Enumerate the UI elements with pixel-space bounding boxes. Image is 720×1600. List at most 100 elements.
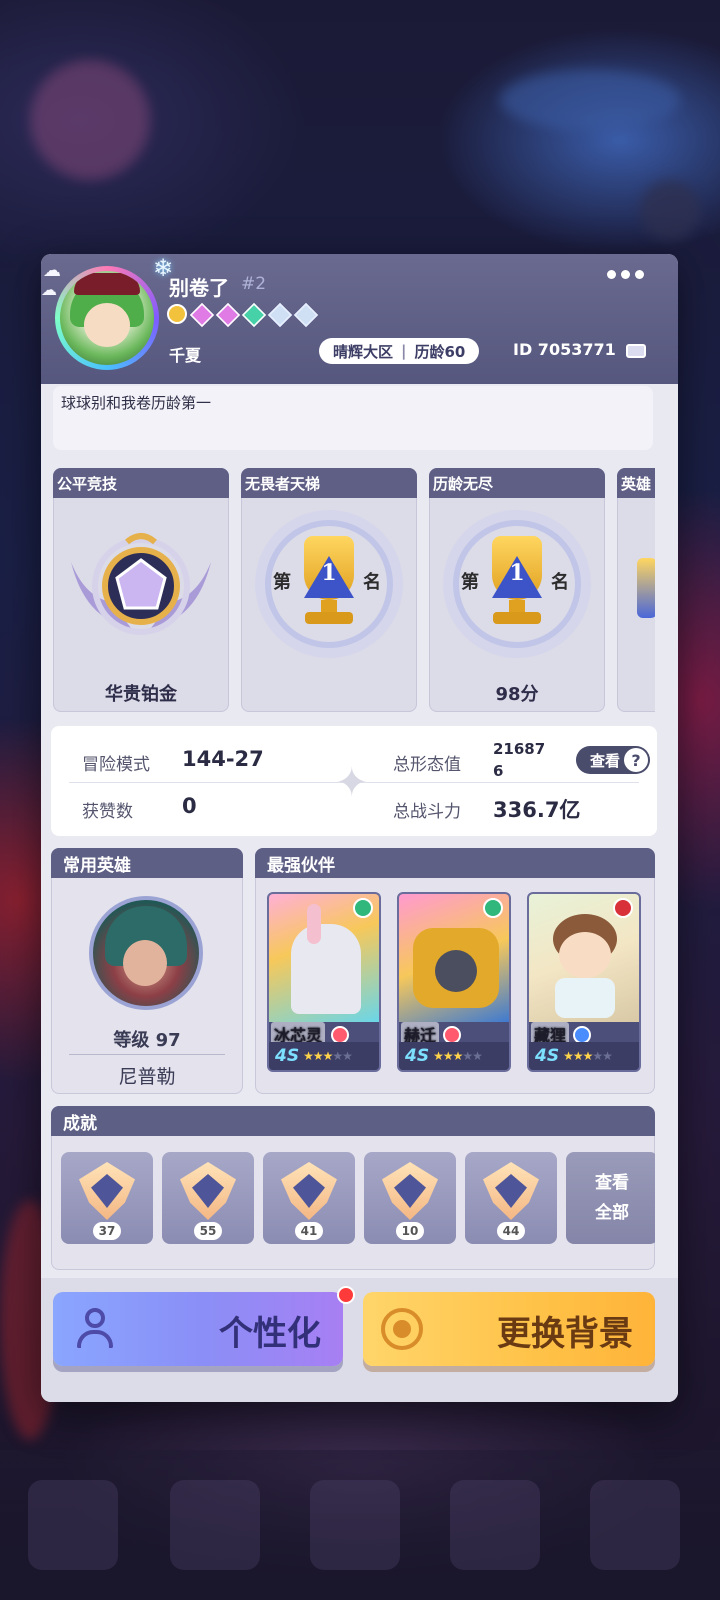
hero-divider (69, 1054, 225, 1055)
partner-card[interactable]: 藏狸 4S ★★★★★ (527, 892, 641, 1072)
platinum-emblem-icon (71, 533, 211, 635)
achievement-count: 41 (295, 1222, 323, 1240)
rank-card-hero[interactable]: 英雄 (617, 468, 655, 712)
common-hero-title: 常用英雄 (51, 848, 243, 878)
change-background-label: 更换背景 (497, 1314, 633, 1354)
total-form-label: 总形态值 (393, 755, 461, 775)
gold-gem-icon (167, 304, 187, 324)
stats-panel: 冒险模式 144-27 总形态值 21687 6 查看 ? ✦ 获赞数 0 总战… (51, 726, 657, 836)
achievement-badge[interactable]: 55 (162, 1152, 254, 1244)
partner-stars: ★★★★★ (433, 1049, 483, 1063)
hero-rank-emblem-icon (637, 558, 655, 618)
likes-value: 0 (182, 794, 197, 818)
more-options-icon[interactable] (607, 270, 644, 279)
server-name: 晴辉大区 (333, 342, 394, 361)
element-badge-icon (483, 898, 503, 918)
cloud-icon: ☁ (43, 260, 61, 281)
total-form-value-line2: 6 (493, 762, 504, 780)
clear-gem-icon (293, 302, 319, 328)
element-badge-icon (613, 898, 633, 918)
signature-bio[interactable]: 球球别和我卷历龄第一 (53, 386, 653, 450)
person-icon (75, 1308, 115, 1348)
player-nickname: 别卷了 (169, 276, 229, 300)
pink-gem-icon (215, 302, 241, 328)
achievement-count: 10 (396, 1222, 424, 1240)
player-profile-panel: ☁ ☁ ❄ 别卷了 #2 千夏 晴辉大区 | 历龄60 ID 7053771 球… (41, 254, 678, 1402)
partner-stars: ★★★★★ (303, 1049, 353, 1063)
common-hero-box[interactable]: 常用英雄 等级 97 尼普勒 (51, 848, 243, 1094)
partner-footer: 4S ★★★★★ (399, 1042, 509, 1070)
rank-card-endless[interactable]: 历龄无尽 1 第 名 98分 (429, 468, 605, 712)
trophy-suffix: 名 (363, 572, 381, 593)
notification-dot (337, 1286, 355, 1304)
trophy-rank-number: 1 (321, 560, 337, 586)
nickname-rank-tag: #2 (241, 274, 267, 294)
trophy-suffix: 名 (551, 572, 569, 593)
total-power-label: 总战斗力 (393, 802, 461, 822)
stars-empty: ★★ (462, 1049, 482, 1063)
likes-label: 获赞数 (82, 802, 133, 822)
rank-card-title: 公平竞技 (53, 468, 229, 498)
stars-empty: ★★ (332, 1049, 352, 1063)
trophy-prefix: 第 (461, 572, 479, 593)
pink-gem-icon (189, 302, 215, 328)
stars-filled: ★★★ (563, 1049, 593, 1063)
element-badge-icon (353, 898, 373, 918)
view-stats-label: 查看 (589, 751, 620, 770)
achievement-badge[interactable]: 44 (465, 1152, 557, 1244)
achievement-badge[interactable]: 37 (61, 1152, 153, 1244)
adventure-mode-label: 冒险模式 (82, 755, 150, 775)
background-ring-icon (381, 1308, 423, 1350)
rank-card-value: 华贵铂金 (105, 684, 177, 705)
partner-stars: ★★★★★ (563, 1049, 613, 1063)
achievement-count: 44 (497, 1222, 525, 1240)
rank-card-title: 无畏者天梯 (241, 468, 417, 498)
avatar-image (60, 271, 154, 365)
partner-grade: 4S (405, 1046, 430, 1066)
achievement-badge[interactable]: 10 (364, 1152, 456, 1244)
rank-cards-row[interactable]: 公平竞技 华贵铂金 无畏者天梯 1 第 名 历龄无尽 1 第 名 98分 英雄 (53, 468, 655, 714)
copy-id-icon[interactable] (626, 344, 646, 358)
hero-level: 等级 97 (113, 1030, 181, 1051)
partner-card[interactable]: 冰芯灵 4S ★★★★★ (267, 892, 381, 1072)
help-icon: ? (624, 748, 648, 772)
partner-card[interactable]: 赫迁 4S ★★★★★ (397, 892, 511, 1072)
personalize-button[interactable]: 个性化 (53, 1292, 343, 1366)
view-stats-button[interactable]: 查看 ? (576, 746, 650, 774)
rank-card-title: 英雄 (617, 468, 655, 498)
rank-card-title: 历龄无尽 (429, 468, 605, 498)
total-form-value: 21687 6 (493, 738, 553, 782)
rank-card-fair-competition[interactable]: 公平竞技 华贵铂金 (53, 468, 229, 712)
player-name: 千夏 (169, 346, 202, 365)
achievements-box: 成就 37 55 41 10 44 查看 全部 (51, 1106, 655, 1270)
achievement-count: 37 (93, 1222, 121, 1240)
player-id: ID 7053771 (513, 340, 616, 359)
trophy-prefix: 第 (273, 572, 291, 593)
cloud-icon: ☁ (41, 280, 57, 299)
total-power-value: 336.7亿 (493, 798, 581, 822)
adventure-mode-value: 144-27 (182, 747, 264, 771)
partner-grade: 4S (535, 1046, 560, 1066)
server-age-pill: 晴辉大区 | 历龄60 (319, 338, 480, 364)
sparkle-icon: ✦ (335, 760, 369, 806)
achievement-badge[interactable]: 41 (263, 1152, 355, 1244)
hero-portrait[interactable] (89, 896, 203, 1010)
view-all-achievements-button[interactable]: 查看 全部 (566, 1152, 655, 1244)
partner-footer: 4S ★★★★★ (269, 1042, 379, 1070)
first-place-trophy-icon: 1 第 名 (265, 520, 393, 648)
achievement-count: 55 (194, 1222, 222, 1240)
change-background-button[interactable]: 更换背景 (363, 1292, 655, 1366)
clear-gem-icon (267, 302, 293, 328)
rank-card-fearless-ladder[interactable]: 无畏者天梯 1 第 名 (241, 468, 417, 712)
partner-footer: 4S ★★★★★ (529, 1042, 639, 1070)
teal-gem-icon (241, 302, 267, 328)
stars-filled: ★★★ (303, 1049, 333, 1063)
avatar[interactable] (55, 266, 159, 370)
account-age: 历龄60 (414, 342, 466, 361)
stars-empty: ★★ (592, 1049, 612, 1063)
view-all-line1: 查看 (595, 1173, 629, 1193)
stars-filled: ★★★ (433, 1049, 463, 1063)
total-form-value-line1: 21687 (493, 740, 546, 758)
profile-header: ☁ ☁ ❄ 别卷了 #2 千夏 晴辉大区 | 历龄60 ID 7053771 (41, 254, 678, 384)
personalize-label: 个性化 (219, 1314, 321, 1354)
